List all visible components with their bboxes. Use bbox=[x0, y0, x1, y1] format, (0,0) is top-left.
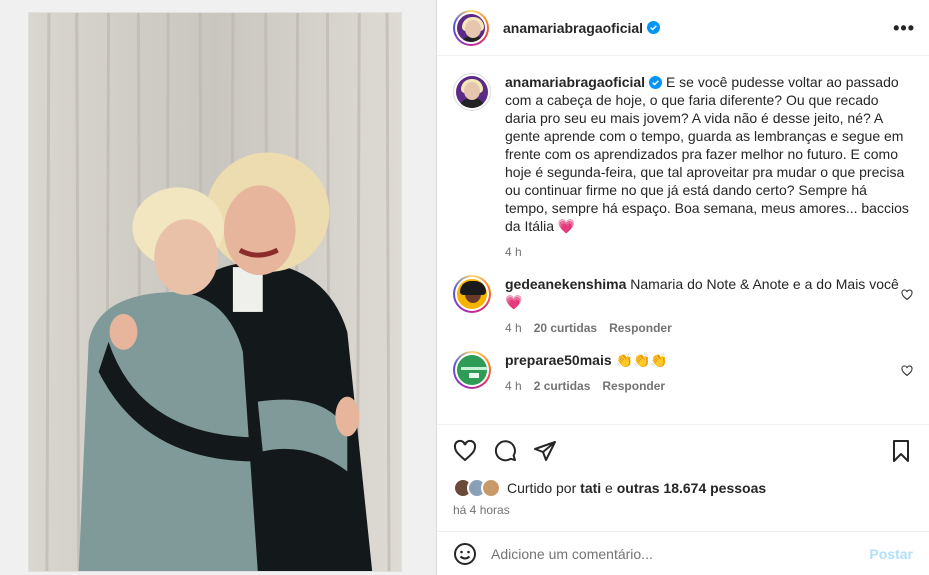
verified-badge-icon bbox=[649, 76, 663, 89]
like-comment-heart-icon[interactable] bbox=[901, 365, 913, 377]
caption-username[interactable]: anamariabragaoficial bbox=[505, 74, 645, 90]
comment-avatar bbox=[455, 277, 489, 311]
add-comment-bar: Postar bbox=[437, 531, 929, 575]
post-header: anamariabragaoficial ••• bbox=[437, 0, 929, 56]
comment-time[interactable]: 4 h bbox=[505, 319, 522, 337]
comment-time[interactable]: 4 h bbox=[505, 377, 522, 395]
like-comment-heart-icon[interactable] bbox=[901, 289, 913, 301]
caption: anamariabragaoficial E se você pudesse v… bbox=[453, 73, 913, 261]
caption-body: anamariabragaoficial E se você pudesse v… bbox=[505, 73, 913, 261]
comment-avatar-ring[interactable] bbox=[453, 351, 491, 389]
likes-summary: Curtido por tati e outras 18.674 pessoas bbox=[453, 478, 766, 498]
post-comment-button[interactable]: Postar bbox=[869, 546, 913, 562]
comment-username[interactable]: gedeanekenshima bbox=[505, 276, 626, 292]
comment-item: preparae50mais 👏👏👏 4 h 2 curtidas Respon… bbox=[453, 351, 913, 395]
author-username[interactable]: anamariabragaoficial bbox=[503, 20, 643, 36]
likes-connector: e bbox=[605, 480, 613, 496]
likes-text: Curtido por tati e outras 18.674 pessoas bbox=[507, 480, 766, 496]
likes-count-link[interactable]: outras 18.674 pessoas bbox=[617, 480, 766, 496]
comment-input[interactable] bbox=[491, 545, 851, 562]
author-avatar bbox=[455, 11, 487, 44]
liker-avatar[interactable] bbox=[481, 478, 501, 498]
comment-body: preparae50mais 👏👏👏 4 h 2 curtidas Respon… bbox=[505, 351, 913, 395]
comment-bubble-icon[interactable] bbox=[493, 439, 517, 463]
liker-username[interactable]: tati bbox=[580, 480, 601, 496]
post-sidebar: anamariabragaoficial ••• anamariabragaof… bbox=[436, 0, 929, 575]
more-options-button[interactable]: ••• bbox=[893, 19, 915, 37]
comment-item: gedeanekenshima Namaria do Note & Anote … bbox=[453, 275, 913, 337]
comments-area: anamariabragaoficial E se você pudesse v… bbox=[437, 57, 929, 424]
comment-meta: 4 h 2 curtidas Responder bbox=[505, 377, 913, 395]
reply-button[interactable]: Responder bbox=[602, 377, 665, 395]
instagram-post-modal: anamariabragaoficial ••• anamariabragaof… bbox=[0, 0, 929, 575]
liker-avatars bbox=[453, 478, 501, 498]
save-bookmark-icon[interactable] bbox=[889, 439, 913, 463]
photo-two-women-hugging bbox=[29, 13, 401, 571]
comment-likes[interactable]: 20 curtidas bbox=[534, 319, 597, 337]
caption-avatar-image bbox=[456, 76, 488, 108]
author-avatar-ring[interactable] bbox=[453, 9, 489, 46]
media-pane bbox=[0, 0, 436, 575]
comment-username[interactable]: preparae50mais bbox=[505, 352, 612, 368]
action-bar bbox=[437, 424, 929, 476]
comment-body: gedeanekenshima Namaria do Note & Anote … bbox=[505, 275, 913, 337]
post-time[interactable]: há 4 horas bbox=[453, 503, 510, 517]
verified-badge-icon bbox=[647, 21, 661, 34]
likes-prefix: Curtido por bbox=[507, 480, 577, 496]
share-paper-plane-icon[interactable] bbox=[533, 439, 557, 463]
comment-meta: 4 h 20 curtidas Responder bbox=[505, 319, 913, 337]
caption-meta: 4 h bbox=[505, 243, 913, 261]
caption-text: E se você pudesse voltar ao passado com … bbox=[505, 74, 909, 234]
comment-avatar bbox=[455, 353, 489, 387]
reply-button[interactable]: Responder bbox=[609, 319, 672, 337]
emoji-smiley-icon[interactable] bbox=[453, 542, 477, 566]
comment-avatar-ring[interactable] bbox=[453, 275, 491, 313]
post-photo[interactable] bbox=[28, 12, 402, 572]
caption-time[interactable]: 4 h bbox=[505, 243, 522, 261]
caption-avatar[interactable] bbox=[453, 73, 491, 111]
comment-text: 👏👏👏 bbox=[615, 352, 668, 368]
comment-likes[interactable]: 2 curtidas bbox=[534, 377, 591, 395]
like-heart-icon[interactable] bbox=[453, 439, 477, 463]
